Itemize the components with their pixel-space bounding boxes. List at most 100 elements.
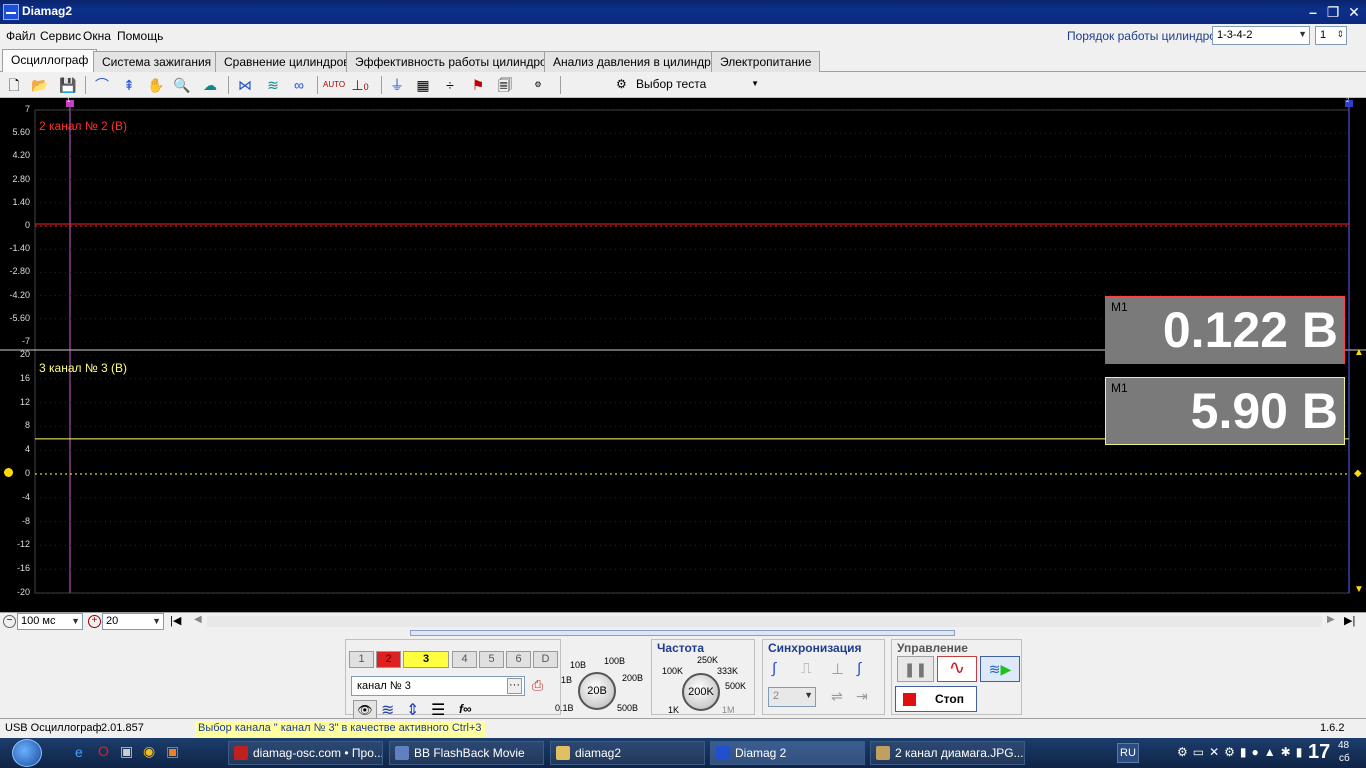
skip-start-icon[interactable]: |◀ [170,614,181,627]
split-icon[interactable]: ÷ [441,76,459,94]
channel-name-input[interactable]: канал № 3 ··· [351,676,525,696]
tab-pressure-analysis[interactable]: Анализ давления в цилиндре [544,51,727,72]
cylinder-order-value: 1-3-4-2 [1217,29,1253,41]
tab-cylinder-compare[interactable]: Сравнение цилиндров [215,51,359,72]
grid-icon[interactable]: ▦ [414,76,432,94]
scroll-left-icon[interactable]: ◀ [194,614,202,625]
channel-4-button[interactable]: 4 [452,651,477,668]
cylinder-number-stepper[interactable]: 1 ⇕ [1315,26,1347,45]
y-tick-label: 0 [24,468,30,478]
chrome-icon[interactable]: ◉ [143,743,155,760]
taskbar-item-opera[interactable]: diamag-osc.com • Про... [228,741,383,765]
sync-auto-icon[interactable]: ∫ [857,660,861,677]
amplitude-knob[interactable]: 20В [578,672,616,710]
horizontal-scrollbar[interactable] [207,616,1322,627]
oscilloscope-display[interactable]: 1 2 2 канал № 2 (В) 3 канал № 3 (В) M1 0… [0,98,1366,612]
vertical-scale-icon[interactable]: ⇕ [406,700,419,720]
overlay-icon[interactable]: ≋ [264,76,282,94]
grid-lines-icon[interactable]: ☰ [431,700,445,720]
channel-2-title: 2 канал № 2 (В) [39,119,128,133]
opera-icon[interactable]: O [98,743,109,759]
tab-cylinder-efficiency[interactable]: Эффективность работы цилиндров [346,51,563,72]
cursor-measure-icon[interactable]: ⇞ [120,76,138,94]
tab-oscilloscope[interactable]: Осциллограф [2,49,98,73]
amplitude-value: 20В [587,685,607,697]
cursor-1-marker[interactable]: 1 [67,98,70,104]
trigger-up-marker[interactable]: ▲ [1354,347,1364,358]
channel-settings-icon[interactable]: ⎙ [532,677,543,694]
zero-icon[interactable]: ⊥0 [351,76,369,94]
app-icon[interactable]: ▣ [120,743,133,760]
maximize-button[interactable]: ❐ [1323,3,1343,21]
save-icon[interactable]: 💾 [59,76,77,94]
channel-d-button[interactable]: D [533,651,558,668]
ie-icon[interactable]: e [75,744,83,760]
auto-settings-icon[interactable]: ⚙ [529,76,547,94]
y-tick-label: 8 [24,420,30,431]
channel-3-button[interactable]: 3 [403,651,449,668]
taskbar-item-flashback[interactable]: BB FlashBack Movie [389,741,544,765]
cylinder-order-select[interactable]: 1-3-4-2 ▼ [1212,26,1310,45]
channel-3-zero-right-marker[interactable]: ◆ [1354,468,1362,479]
channel-1-button[interactable]: 1 [349,651,374,668]
start-button[interactable] [12,739,42,767]
new-file-icon[interactable]: 🗋 [5,76,23,94]
function-icon[interactable]: f∞ [459,702,472,716]
trigger-down-marker[interactable]: ▼ [1354,584,1364,595]
flag-icon[interactable]: ⚑ [469,76,487,94]
trigger-icon[interactable]: ⏚ [388,76,406,94]
sync-front-icon[interactable]: ⎍ [801,660,812,677]
open-folder-icon[interactable]: 📂 [31,76,49,94]
zoom-icon[interactable]: 🔍 [173,76,191,94]
skip-end-icon[interactable]: ▶| [1344,614,1355,627]
zoom-out-icon[interactable]: − [3,615,16,628]
wave-filter-icon[interactable]: ≋ [381,700,394,720]
test-select-dropdown[interactable]: ⚙ Выбор теста ▼ [610,75,765,95]
menu-service[interactable]: Сервис [40,29,81,43]
menu-help[interactable]: Помощь [117,29,163,43]
continuous-mode-button[interactable]: ∿ [937,656,977,682]
panel-splitter[interactable] [410,630,955,636]
sync-width-icon[interactable]: ⇥ [856,688,868,705]
taskbar-item-diamag2-folder[interactable]: diamag2 [550,741,705,765]
zoom-select[interactable]: 20 ▼ [102,613,164,630]
menu-file[interactable]: Файл [6,29,36,43]
zoom-in-icon[interactable]: + [88,615,101,628]
menu-bar: Файл Сервис Окна Помощь Порядок работы ц… [0,24,1366,48]
channel-2-button[interactable]: 2 [376,651,401,668]
auto-scale-icon[interactable]: AUTO [323,76,345,94]
pause-button[interactable]: ❚❚ [897,656,934,682]
menu-windows[interactable]: Окна [83,29,111,43]
page-icon[interactable]: 🗐 [496,76,514,94]
eye-icon[interactable]: 👁 [353,700,377,720]
compress-icon[interactable]: ⋈ [236,76,254,94]
sync-rising-icon[interactable]: ∫ [772,660,776,677]
media-icon[interactable]: ▣ [166,743,179,760]
frequency-knob[interactable]: 200K [682,673,720,711]
toolbar-separator [317,76,318,94]
tab-power-supply[interactable]: Электропитание [711,51,821,72]
measurement-value: 5.90 В [1190,383,1338,439]
close-button[interactable]: ✕ [1344,3,1364,21]
sync-channel-select[interactable]: 2 ▼ [768,687,816,707]
language-indicator[interactable]: RU [1117,743,1139,763]
tray-icons[interactable]: ⚙▭✕⚙▮●▲✱▮ [1177,745,1307,759]
minimize-button[interactable]: – [1303,3,1323,21]
channel-5-button[interactable]: 5 [479,651,504,668]
record-play-button[interactable]: ≋▶ [980,656,1020,682]
filter-icon[interactable]: ☁ [201,76,219,94]
taskbar-item-diamag2[interactable]: Diamag 2 [710,741,865,765]
scroll-right-icon[interactable]: ▶ [1327,614,1335,625]
stop-button[interactable]: Стоп [895,686,977,712]
more-button[interactable]: ··· [507,678,522,694]
hand-icon[interactable]: ✋ [147,76,165,94]
sync-level-icon[interactable]: ⇌ [831,688,843,705]
sync-fall-icon[interactable]: ⊥ [831,660,844,678]
timebase-select[interactable]: 100 мс ▼ [17,613,83,630]
waveform-icon[interactable]: ⌒ [93,76,111,94]
channel-6-button[interactable]: 6 [506,651,531,668]
cursor-2-marker[interactable]: 2 [1346,98,1349,104]
tab-ignition[interactable]: Система зажигания [93,51,221,72]
cycle-icon[interactable]: ∞ [290,76,308,94]
taskbar-item-image[interactable]: 2 канал диамага.JPG... [870,741,1025,765]
